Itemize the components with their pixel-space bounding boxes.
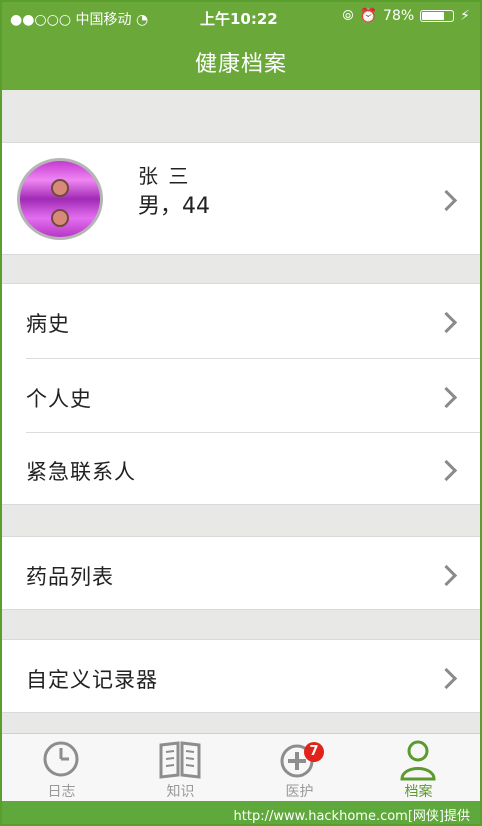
footer-bar: http://www.hackhome.com[网侠]提供 bbox=[2, 801, 480, 824]
menu-item-label: 病史 bbox=[26, 312, 70, 336]
profile-name: 张 三 bbox=[138, 164, 191, 188]
chevron-right-icon bbox=[435, 667, 458, 690]
status-bar: ●●○○○ 中国移动 ◔ 上午10:22 ⦾ ⏰ 78% ⚡ bbox=[2, 2, 480, 34]
chevron-right-icon bbox=[435, 459, 458, 482]
tab-bar: 日志 知识 7 医护 档案 bbox=[2, 733, 480, 802]
menu-item-medication-list[interactable]: 药品列表 bbox=[2, 536, 480, 610]
avatar-face bbox=[51, 209, 69, 227]
menu-item-emergency-contact[interactable]: 紧急联系人 bbox=[2, 433, 480, 504]
tab-knowledge[interactable]: 知识 bbox=[121, 734, 240, 802]
wifi-icon: ◔ bbox=[135, 12, 149, 28]
alarm-icon: ⏰ bbox=[359, 8, 378, 24]
watermark-text: http://www.hackhome.com[网侠]提供 bbox=[233, 809, 470, 824]
chevron-right-icon bbox=[435, 564, 458, 587]
status-time: 上午10:22 bbox=[200, 10, 278, 28]
section-spacer bbox=[2, 610, 480, 639]
app-screen: ●●○○○ 中国移动 ◔ 上午10:22 ⦾ ⏰ 78% ⚡ 健康档案 张 三 … bbox=[0, 0, 482, 826]
battery-percent: 78% bbox=[383, 8, 415, 24]
section-spacer bbox=[2, 505, 480, 536]
battery-icon bbox=[420, 10, 455, 22]
tab-log[interactable]: 日志 bbox=[2, 734, 121, 802]
menu-item-custom-recorder[interactable]: 自定义记录器 bbox=[2, 639, 480, 713]
tab-label: 日志 bbox=[47, 784, 76, 800]
carrier-label: ●●○○○ 中国移动 ◔ bbox=[10, 12, 149, 28]
navigation-bar: 健康档案 bbox=[2, 34, 480, 90]
section-spacer bbox=[2, 255, 480, 283]
avatar bbox=[17, 158, 103, 240]
section-spacer bbox=[2, 90, 480, 142]
chevron-right-icon bbox=[435, 311, 458, 334]
profile-card[interactable]: 张 三 男，44 bbox=[2, 142, 480, 255]
book-icon bbox=[159, 741, 201, 779]
person-icon bbox=[400, 740, 436, 781]
tab-label: 档案 bbox=[404, 784, 433, 800]
tab-medical-care[interactable]: 7 医护 bbox=[240, 734, 359, 802]
menu-item-label: 紧急联系人 bbox=[26, 460, 136, 484]
tab-label: 医护 bbox=[285, 784, 314, 800]
status-right: ⦾ ⏰ 78% ⚡ bbox=[342, 8, 470, 24]
clock-icon bbox=[43, 741, 79, 777]
avatar-face bbox=[51, 179, 69, 197]
menu-item-label: 药品列表 bbox=[26, 565, 114, 589]
menu-item-personal-history[interactable]: 个人史 bbox=[2, 359, 480, 432]
menu-item-medical-history[interactable]: 病史 bbox=[2, 284, 480, 358]
charging-icon: ⚡ bbox=[460, 8, 470, 24]
page-title: 健康档案 bbox=[194, 52, 287, 77]
tab-records[interactable]: 档案 bbox=[359, 734, 478, 802]
menu-item-label: 自定义记录器 bbox=[26, 668, 158, 692]
profile-gender-age: 男，44 bbox=[138, 194, 210, 219]
chevron-right-icon bbox=[435, 386, 458, 409]
notification-badge: 7 bbox=[304, 742, 324, 762]
tab-label: 知识 bbox=[166, 784, 195, 800]
chevron-right-icon bbox=[435, 189, 458, 212]
menu-group-history: 病史 个人史 紧急联系人 bbox=[2, 283, 480, 505]
section-spacer bbox=[2, 713, 480, 733]
menu-item-label: 个人史 bbox=[26, 387, 92, 411]
lock-rotation-icon: ⦾ bbox=[342, 8, 354, 24]
